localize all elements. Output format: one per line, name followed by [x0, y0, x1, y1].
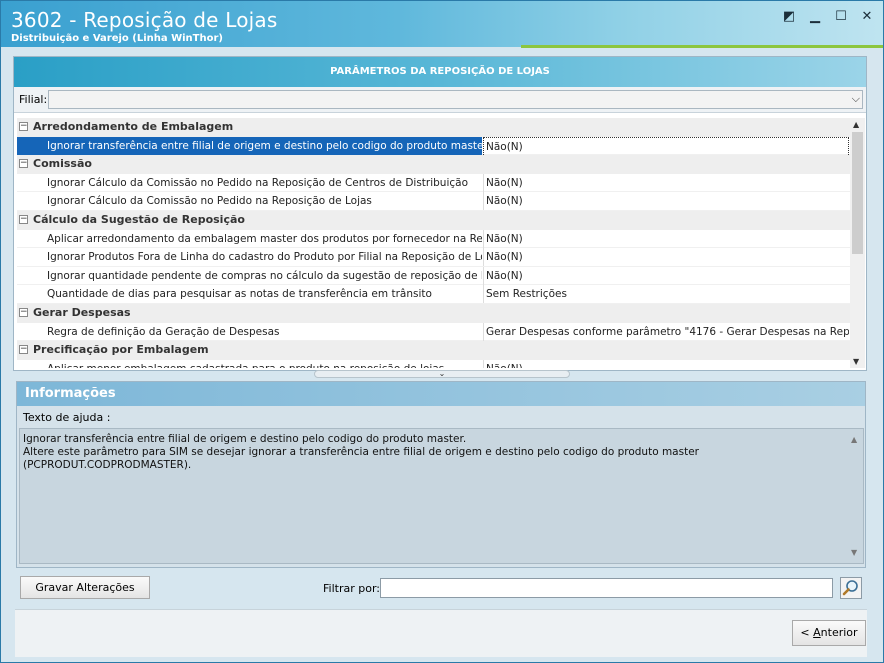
search-button[interactable] [840, 577, 862, 599]
minimize-icon[interactable]: ▁ [807, 9, 823, 25]
param-row[interactable]: Regra de definição da Geração de Despesa… [17, 322, 850, 342]
param-row[interactable]: Ignorar quantidade pendente de compras n… [17, 266, 850, 286]
grid-scrollbar[interactable]: ▲ ▼ [850, 118, 865, 368]
scroll-down-icon[interactable]: ▼ [853, 357, 859, 366]
category-comissao[interactable]: − Comissão [17, 155, 850, 174]
panel-splitter[interactable]: ⌄ [314, 370, 570, 378]
param-row[interactable]: Ignorar transferência entre filial de or… [17, 136, 850, 157]
param-name: Ignorar transferência entre filial de or… [17, 136, 482, 155]
filial-select[interactable]: ⌵ [48, 90, 863, 109]
param-value[interactable]: Não(N) [483, 359, 849, 368]
collapse-icon[interactable]: − [19, 159, 28, 169]
scroll-up-icon[interactable]: ▲ [853, 120, 859, 129]
param-row[interactable]: Quantidade de dias para pesquisar as not… [17, 285, 850, 304]
param-value[interactable]: Não(N) [483, 229, 849, 248]
param-row[interactable]: Aplicar arredondamento da embalagem mast… [17, 229, 850, 249]
param-name: Aplicar menor embalagem cadastrada para … [17, 360, 482, 368]
help-line: Ignorar transferência entre filial de or… [23, 433, 467, 445]
param-name: Regra de definição da Geração de Despesa… [47, 325, 280, 338]
filial-label: Filial: [19, 93, 48, 106]
help-text-box[interactable]: Ignorar transferência entre filial de or… [19, 428, 864, 564]
collapse-icon[interactable]: − [19, 214, 28, 224]
category-label: Comissão [33, 157, 92, 171]
filter-input[interactable] [380, 578, 833, 598]
info-panel: Informações Texto de ajuda : Ignorar tra… [16, 381, 866, 568]
param-row[interactable]: Ignorar Cálculo da Comissão no Pedido na… [17, 192, 850, 211]
category-label: Arredondamento de Embalagem [33, 120, 234, 133]
collapse-icon[interactable]: − [19, 122, 28, 131]
param-row[interactable]: Ignorar Produtos Fora de Linha do cadast… [17, 248, 850, 267]
save-changes-button[interactable]: Gravar Alterações [20, 576, 150, 599]
param-value[interactable]: Não(N) [483, 266, 849, 285]
param-name: Quantidade de dias para pesquisar as not… [47, 288, 432, 301]
category-precificacao[interactable]: − Precificação por Embalagem [17, 341, 850, 360]
param-value[interactable]: Gerar Despesas conforme parâmetro "4176 … [483, 322, 849, 341]
category-label: Gerar Despesas [33, 305, 131, 319]
accent-stripe [521, 45, 883, 48]
category-label: Cálculo da Sugestão de Reposição [33, 212, 245, 226]
scroll-down-icon[interactable]: ▼ [851, 546, 857, 559]
param-name: Ignorar quantidade pendente de compras n… [47, 269, 482, 282]
collapse-icon[interactable]: − [19, 307, 28, 317]
info-header: Informações [17, 382, 865, 406]
help-scrollbar[interactable]: ▲ ▼ [849, 431, 861, 561]
param-value[interactable]: Não(N) [483, 173, 849, 192]
help-label: Texto de ajuda : [23, 411, 111, 424]
scroll-up-icon[interactable]: ▲ [851, 433, 857, 446]
category-label: Precificação por Embalagem [33, 343, 209, 357]
filter-label: Filtrar por: [323, 582, 380, 595]
parameters-grid: − Arredondamento de Embalagem Ignorar tr… [17, 118, 850, 368]
search-icon [842, 580, 858, 596]
back-button[interactable]: < Anterior [792, 620, 866, 646]
app-window: 3602 - Reposição de Lojas Distribuição e… [0, 0, 884, 663]
param-value[interactable]: Não(N) [483, 136, 849, 157]
parameters-panel: PARÂMETROS DA REPOSIÇÃO DE LOJAS Filial:… [13, 56, 867, 378]
category-arredondamento[interactable]: − Arredondamento de Embalagem [17, 118, 850, 137]
param-value[interactable]: Não(N) [483, 192, 849, 211]
param-row[interactable]: Aplicar menor embalagem cadastrada para … [17, 359, 850, 368]
param-value[interactable]: Sem Restrições [483, 285, 849, 304]
param-value[interactable]: Não(N) [483, 248, 849, 267]
chevron-down-icon[interactable]: ⌵ [852, 92, 860, 106]
scroll-thumb[interactable] [852, 132, 863, 254]
chevron-down-icon[interactable]: ⌄ [439, 369, 446, 378]
param-name: Ignorar Cálculo da Comissão no Pedido na… [47, 176, 469, 189]
panel-header: PARÂMETROS DA REPOSIÇÃO DE LOJAS [14, 57, 866, 87]
collapse-icon[interactable]: − [19, 345, 28, 355]
help-line: Altere este parâmetro para SIM se deseja… [23, 446, 699, 471]
footer-bar [15, 609, 867, 657]
title-bar: 3602 - Reposição de Lojas Distribuição e… [1, 1, 883, 48]
window-title: 3602 - Reposição de Lojas [11, 8, 278, 32]
window-subtitle: Distribuição e Varejo (Linha WinThor) [11, 33, 223, 44]
restore-down-icon[interactable]: ◩ [781, 9, 797, 25]
param-name: Ignorar Produtos Fora de Linha do cadast… [47, 251, 482, 264]
filial-row: Filial: ⌵ [14, 87, 866, 113]
param-row[interactable]: Ignorar Cálculo da Comissão no Pedido na… [17, 173, 850, 193]
category-gerar-despesas[interactable]: − Gerar Despesas [17, 303, 850, 323]
param-name: Aplicar arredondamento da embalagem mast… [47, 232, 482, 245]
maximize-icon[interactable]: ☐ [833, 9, 849, 25]
category-calculo-sugestao[interactable]: − Cálculo da Sugestão de Reposição [17, 210, 850, 230]
param-name: Ignorar Cálculo da Comissão no Pedido na… [47, 195, 372, 208]
close-icon[interactable]: ✕ [859, 9, 875, 25]
